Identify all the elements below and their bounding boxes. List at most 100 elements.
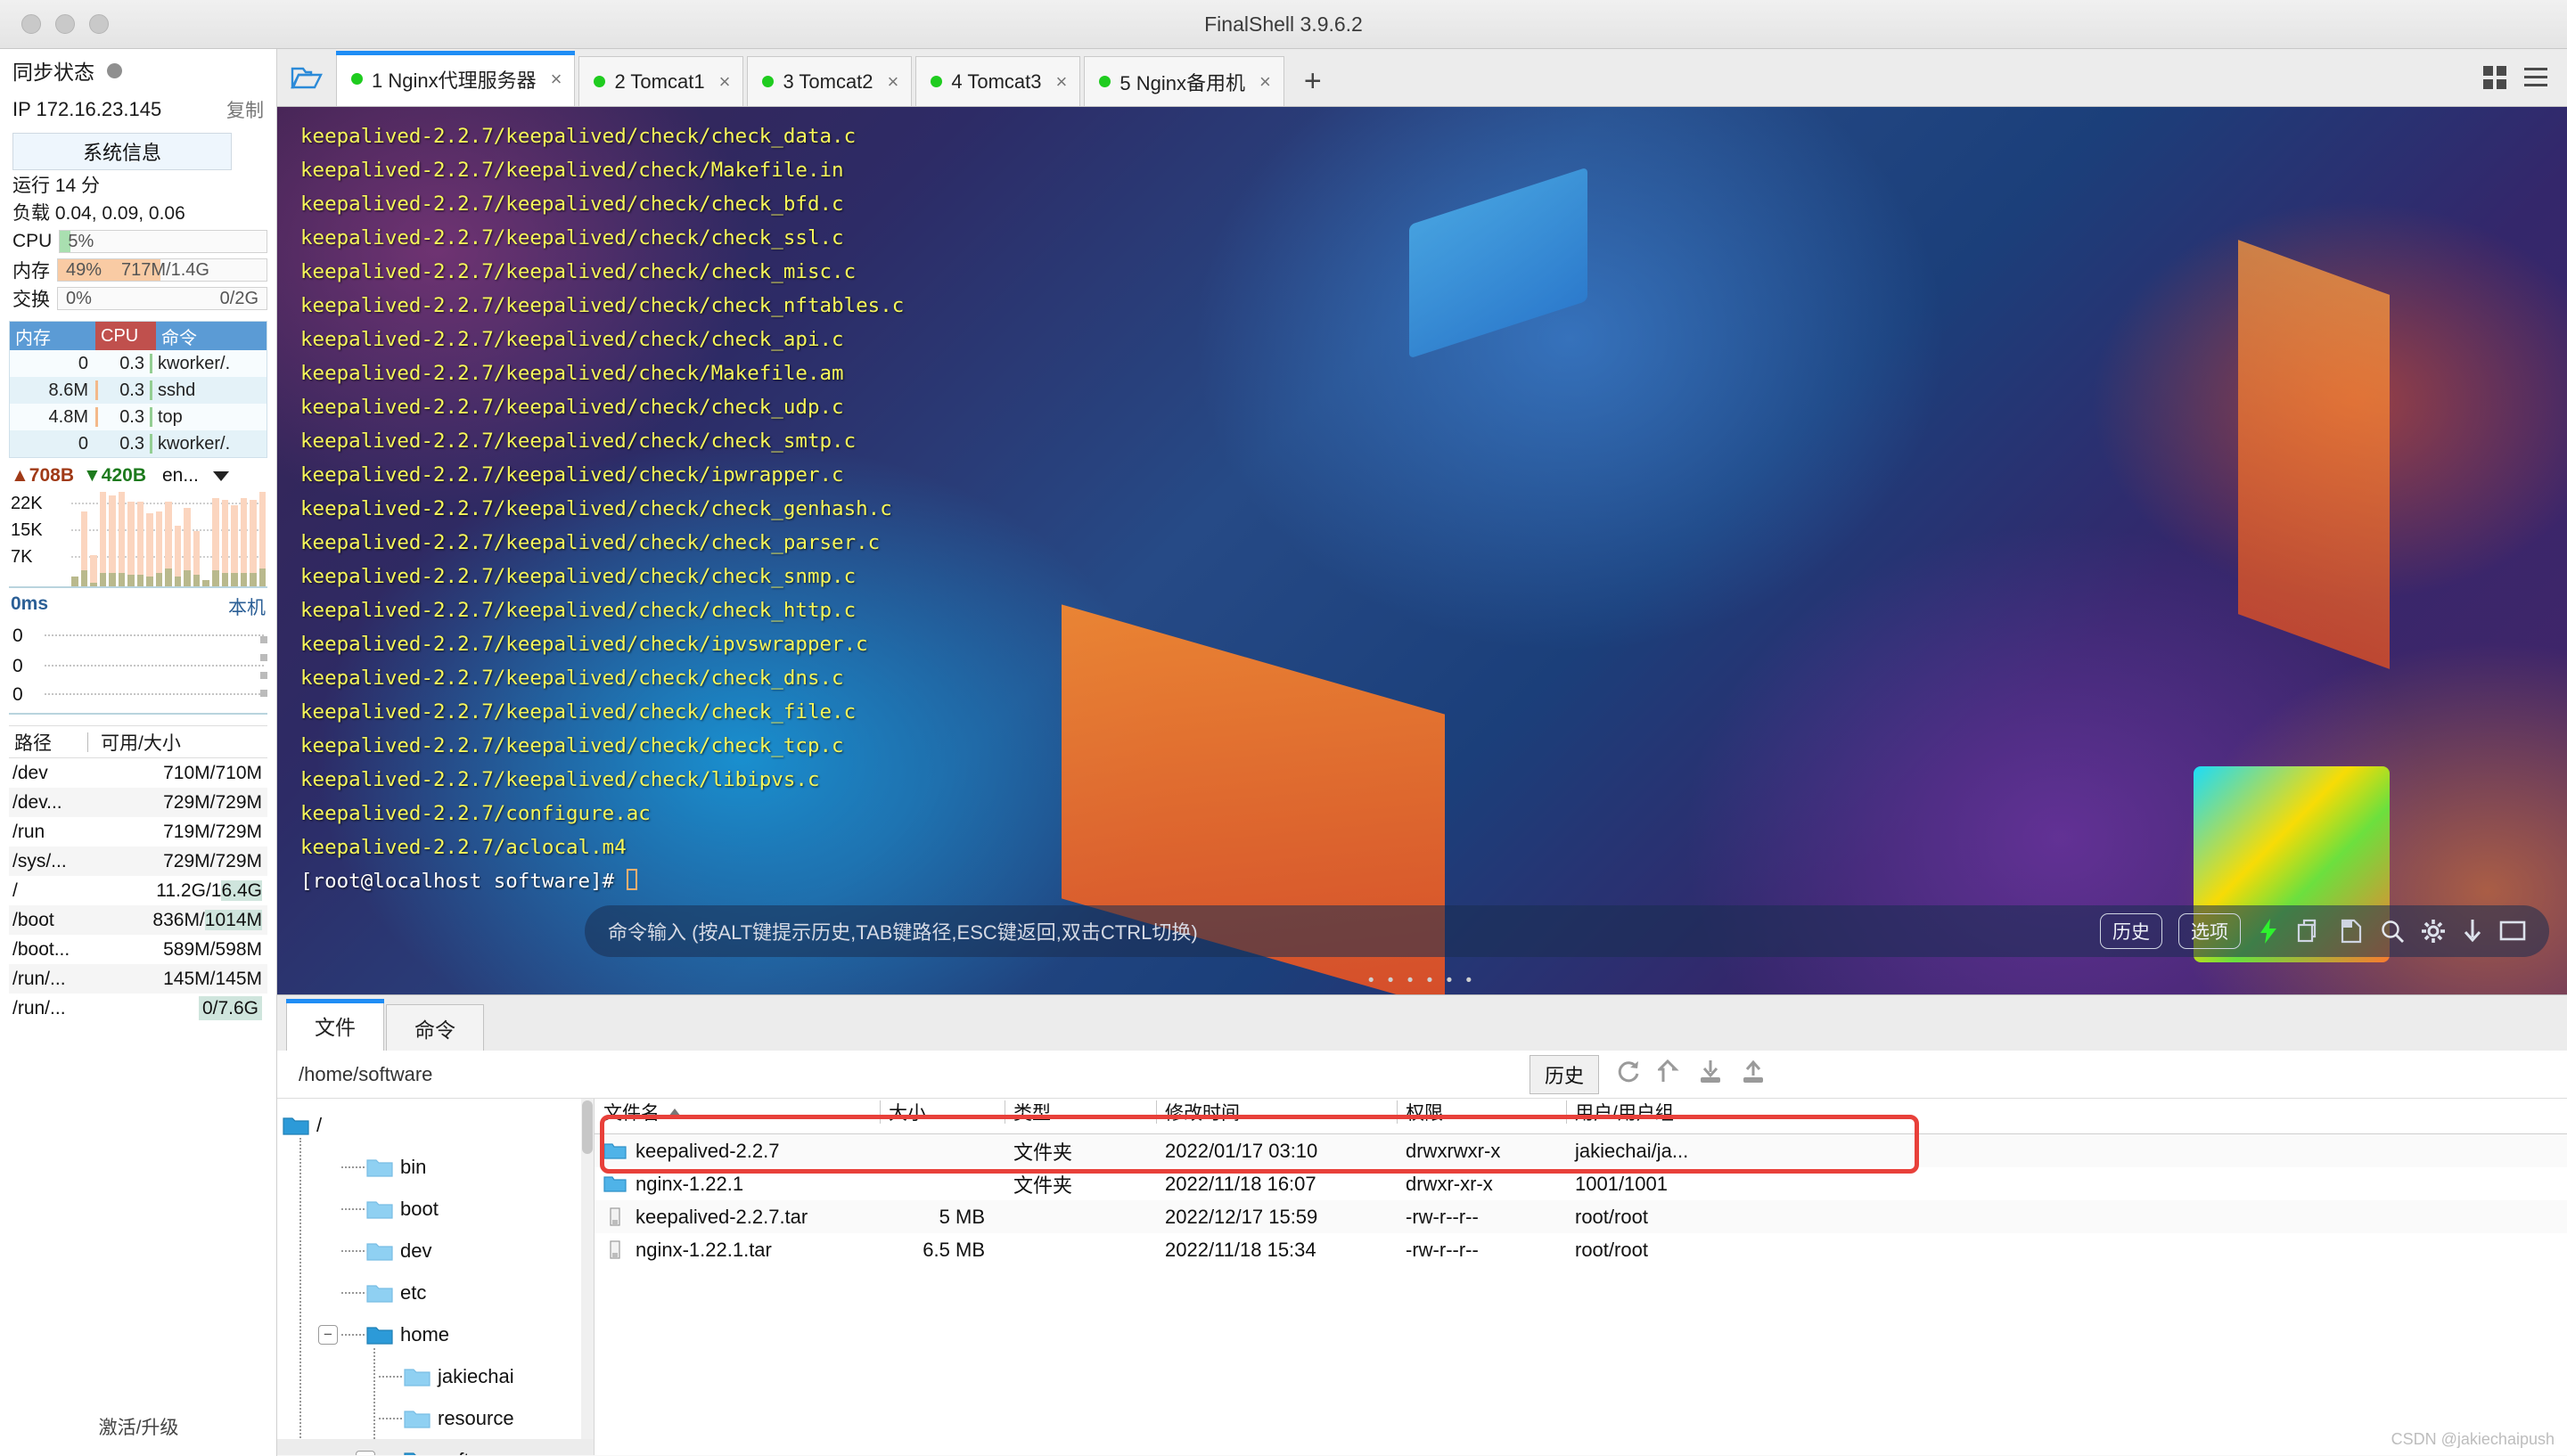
session-tab-2[interactable]: 2 Tomcat1 × (578, 56, 744, 106)
file-col-modified[interactable]: 修改时间 (1156, 1099, 1397, 1125)
download-icon[interactable] (1697, 1059, 1724, 1090)
disk-row[interactable]: /boot 836M/1014M (9, 905, 267, 935)
new-tab-button[interactable]: + (1288, 64, 1338, 106)
disk-row[interactable]: /run/... 145M/145M (9, 964, 267, 994)
tree-node-home[interactable]: − home (277, 1313, 594, 1355)
file-col-owner[interactable]: 用户/用户组 (1566, 1099, 1780, 1125)
close-tab-icon[interactable]: × (1056, 70, 1068, 94)
current-path[interactable]: /home/software (277, 1063, 432, 1086)
tab-files[interactable]: 文件 (286, 999, 384, 1051)
disk-row[interactable]: /dev 710M/710M (9, 758, 267, 788)
network-bar (146, 492, 153, 586)
search-icon[interactable] (2380, 919, 2405, 944)
file-name: nginx-1.22.1.tar (636, 1238, 772, 1261)
process-col-cpu[interactable]: CPU (95, 322, 156, 350)
close-tab-icon[interactable]: × (719, 70, 731, 94)
terminal-line: keepalived-2.2.7/keepalived/check/check_… (300, 192, 844, 216)
session-tab-4[interactable]: 4 Tomcat3 × (915, 56, 1081, 106)
tree-node-software[interactable]: − software (277, 1439, 594, 1455)
panel-resize-handle[interactable]: • • • • • • (1368, 971, 1476, 991)
copy-icon[interactable] (2296, 918, 2323, 945)
file-row[interactable]: keepalived-2.2.7.tar 5 MB 2022/12/17 15:59… (595, 1200, 2567, 1233)
file-list[interactable]: 文件名 大小 类型 修改时间 权限 用户/用户组 keepalived-2.2.… (595, 1099, 2567, 1455)
window-icon[interactable] (2499, 920, 2526, 943)
process-col-command[interactable]: 命令 (156, 322, 267, 350)
file-modified: 2022/11/18 16:07 (1165, 1172, 1316, 1195)
disk-row[interactable]: /dev... 729M/729M (9, 788, 267, 817)
file-size: 5 MB (939, 1205, 985, 1228)
tree-node-resource[interactable]: resource (277, 1397, 594, 1439)
upload-icon[interactable] (1740, 1059, 1767, 1090)
terminal-options-button[interactable]: 选项 (2178, 913, 2241, 949)
tree-node-jakiechai[interactable]: jakiechai (277, 1355, 594, 1397)
process-cpu: 0.3 (119, 433, 144, 454)
file-row[interactable]: keepalived-2.2.7 文件夹 2022/01/17 03:10 drwxr… (595, 1134, 2567, 1167)
disk-row[interactable]: / 11.2G/16.4G (9, 876, 267, 905)
file-type: 文件夹 (1013, 1174, 1073, 1197)
close-tab-icon[interactable]: × (1259, 70, 1271, 94)
session-tab-1[interactable]: 1 Nginx代理服务器 × (336, 51, 576, 106)
process-col-memory[interactable]: 内存 (10, 322, 95, 350)
disk-row[interactable]: /run/... 0/7.6G (9, 994, 267, 1023)
terminal-line: keepalived-2.2.7/keepalived/check/check_… (300, 599, 857, 622)
file-col-permissions[interactable]: 权限 (1397, 1099, 1566, 1125)
collapse-toggle-icon[interactable]: − (356, 1450, 375, 1455)
refresh-icon[interactable] (1615, 1059, 1642, 1090)
copy-ip-button[interactable]: 复制 (226, 96, 264, 123)
swap-meter: 0% 0/2G (57, 287, 267, 310)
ping-host[interactable]: 本机 (228, 593, 266, 620)
lightning-icon[interactable] (2257, 918, 2280, 945)
file-owner: root/root (1575, 1205, 1648, 1228)
hamburger-menu-icon[interactable] (2522, 64, 2549, 95)
close-tab-icon[interactable]: × (551, 68, 562, 91)
directory-tree[interactable]: / bin boot dev etc − home jakiechai resource − sof… (277, 1099, 595, 1455)
process-row[interactable]: 0 0.3 kworker/. (10, 350, 267, 377)
file-history-button[interactable]: 历史 (1530, 1054, 1600, 1094)
tab-commands[interactable]: 命令 (386, 1004, 484, 1051)
file-col-name[interactable]: 文件名 (595, 1099, 880, 1125)
tree-node-etc[interactable]: etc (277, 1272, 594, 1313)
disk-path: /boot... (12, 938, 70, 960)
paste-icon[interactable] (2339, 918, 2364, 945)
open-folder-icon[interactable] (277, 49, 336, 106)
file-permissions: drwxrwxr-x (1406, 1139, 1501, 1162)
network-bar (127, 492, 135, 586)
close-tab-icon[interactable]: × (888, 70, 899, 94)
file-col-size[interactable]: 大小 (880, 1099, 1005, 1125)
network-traffic-chart: 22K 15K 7K (9, 490, 267, 588)
chevron-down-icon[interactable] (212, 470, 229, 481)
terminal-pane[interactable]: keepalived-2.2.7/keepalived/check/check_… (277, 107, 2567, 994)
network-upload-stat: ▲708B (11, 465, 74, 486)
activate-upgrade-link[interactable]: 激活/升级 (0, 1413, 277, 1440)
up-arrow-icon[interactable] (1656, 1059, 1681, 1090)
file-col-type[interactable]: 类型 (1005, 1099, 1156, 1125)
process-row[interactable]: 4.8M 0.3 top (10, 404, 267, 430)
process-row[interactable]: 0 0.3 kworker/. (10, 430, 267, 457)
command-input-bar[interactable]: 命令输入 (按ALT键提示历史,TAB键路径,ESC键返回,双击CTRL切换) … (585, 905, 2549, 957)
session-tab-label: 2 Tomcat1 (614, 70, 705, 93)
tree-node-[interactable]: / (277, 1104, 594, 1146)
file-row[interactable]: nginx-1.22.1 文件夹 2022/11/18 16:07 drwxr-xr-… (595, 1167, 2567, 1200)
process-row[interactable]: 8.6M 0.3 sshd (10, 377, 267, 404)
session-tab-label: 3 Tomcat2 (783, 70, 873, 93)
collapse-toggle-icon[interactable]: − (318, 1324, 338, 1345)
disk-row[interactable]: /run 719M/729M (9, 817, 267, 847)
tree-node-label: software (438, 1449, 512, 1456)
grid-view-icon[interactable] (2481, 64, 2508, 95)
disk-row[interactable]: /sys/... 729M/729M (9, 847, 267, 876)
tree-node-dev[interactable]: dev (277, 1230, 594, 1272)
disk-row[interactable]: /boot... 589M/598M (9, 935, 267, 964)
gear-icon[interactable] (2421, 919, 2446, 944)
network-interface-label[interactable]: en... (162, 465, 199, 487)
system-info-button[interactable]: 系统信息 (12, 133, 232, 170)
session-tab-3[interactable]: 3 Tomcat2 × (747, 56, 913, 106)
file-name-cell: nginx-1.22.1.tar (595, 1239, 880, 1262)
download-icon[interactable] (2462, 918, 2483, 945)
tree-node-boot[interactable]: boot (277, 1188, 594, 1230)
session-tab-5[interactable]: 5 Nginx备用机 × (1084, 56, 1284, 106)
file-row[interactable]: nginx-1.22.1.tar 6.5 MB 2022/11/18 15:34 -r… (595, 1233, 2567, 1266)
terminal-line: keepalived-2.2.7/keepalived/check/check_… (300, 260, 857, 283)
tree-node-bin[interactable]: bin (277, 1146, 594, 1188)
memory-meter-label: 内存 (12, 261, 50, 282)
terminal-history-button[interactable]: 历史 (2100, 913, 2162, 949)
